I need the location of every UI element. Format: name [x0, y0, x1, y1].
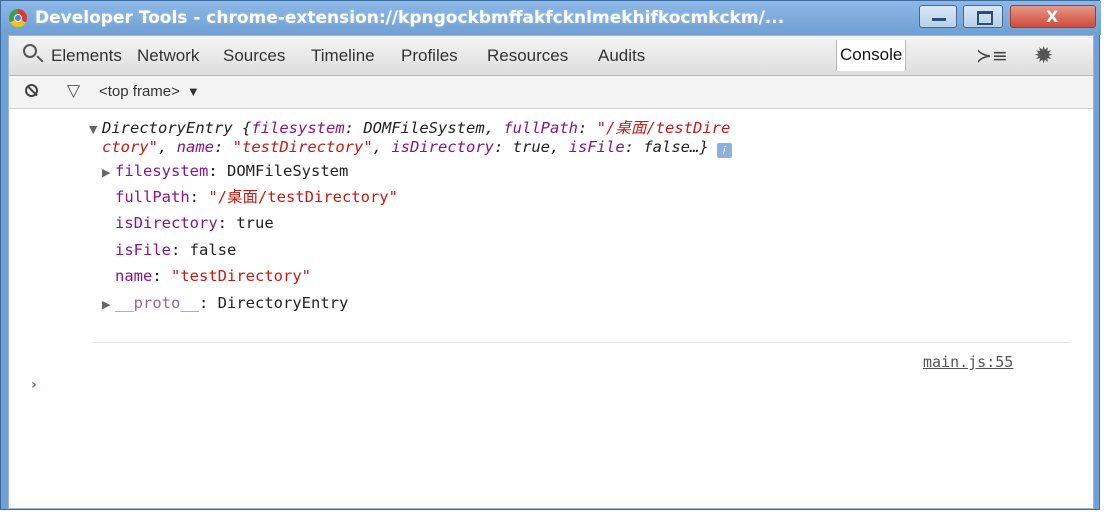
console-output: ▼ DirectoryEntry {filesystem: DOMFileSyst…: [9, 109, 1093, 508]
tab-audits[interactable]: Audits: [598, 46, 645, 65]
object-summary-line-1[interactable]: ▼ DirectoryEntry {filesystem: DOMFileSyst…: [89, 119, 730, 139]
tab-network[interactable]: Network: [137, 46, 199, 65]
summary-key: isFile: [568, 138, 625, 156]
tab-resources[interactable]: Resources: [487, 46, 568, 65]
close-icon: X: [1046, 7, 1059, 26]
property-value: DOMFileSystem: [227, 162, 349, 180]
property-proto[interactable]: ▶ __proto__: DirectoryEntry: [102, 294, 348, 314]
message-divider: [93, 342, 1071, 343]
minimize-button[interactable]: [919, 5, 957, 28]
frame-selector-label: <top frame>: [99, 83, 180, 100]
property-key: isFile: [115, 241, 171, 259]
info-icon[interactable]: i: [716, 143, 732, 158]
devtools-toolbar: Elements Network Sources Timeline Profil…: [9, 36, 1093, 76]
devtools-window: Developer Tools - chrome-extension://kpn…: [0, 0, 1101, 510]
expand-triangle-icon[interactable]: ▶: [102, 163, 115, 182]
summary-value: DOMFileSystem: [363, 119, 485, 137]
property-fullpath: fullPath: "/桌面/testDirectory": [115, 188, 398, 206]
property-value: "testDirectory": [171, 267, 311, 285]
show-drawer-icon[interactable]: ≻≡: [976, 47, 1008, 66]
chevron-down-icon: ▼: [186, 84, 200, 99]
summary-string-value: "testDirectory": [232, 138, 373, 156]
property-value: true: [236, 214, 274, 232]
tab-sources[interactable]: Sources: [223, 46, 285, 65]
property-value: DirectoryEntry: [217, 294, 349, 312]
tab-profiles[interactable]: Profiles: [401, 46, 458, 65]
source-link[interactable]: main.js:55: [923, 353, 1013, 371]
clear-console-icon[interactable]: [25, 84, 38, 97]
property-key: filesystem: [115, 162, 209, 180]
frame-selector[interactable]: <top frame> ▼: [99, 83, 200, 101]
search-icon[interactable]: [23, 44, 37, 58]
summary-key: name: [176, 138, 214, 156]
tab-timeline[interactable]: Timeline: [311, 46, 375, 65]
summary-string-value: ctory": [102, 138, 158, 156]
object-brace: {: [242, 119, 252, 137]
object-type: DirectoryEntry: [102, 119, 233, 137]
maximize-icon: [977, 11, 993, 25]
title-bar[interactable]: Developer Tools - chrome-extension://kpn…: [1, 1, 1101, 35]
property-value: false: [189, 241, 237, 259]
summary-key: isDirectory: [391, 138, 494, 156]
window-title: Developer Tools - chrome-extension://kpn…: [35, 8, 785, 28]
tab-elements[interactable]: Elements: [51, 46, 122, 65]
summary-value: true: [512, 138, 550, 156]
console-filter-bar: ▽ <top frame> ▼: [9, 76, 1093, 109]
settings-gear-icon[interactable]: ✹: [1034, 45, 1053, 68]
property-isdirectory: isDirectory: true: [115, 214, 274, 232]
expand-triangle-icon[interactable]: ▼: [89, 120, 102, 139]
chrome-icon: [9, 9, 27, 27]
filter-icon[interactable]: ▽: [67, 82, 80, 101]
minimize-icon: [932, 18, 946, 21]
summary-value: false…}: [643, 138, 709, 156]
property-filesystem[interactable]: ▶ filesystem: DOMFileSystem: [102, 162, 348, 182]
tab-console[interactable]: Console: [836, 40, 907, 71]
maximize-button[interactable]: [963, 5, 1003, 28]
console-prompt-icon[interactable]: ›: [31, 377, 37, 393]
property-key: name: [115, 267, 153, 285]
property-value: "/桌面/testDirectory": [208, 188, 398, 206]
summary-string-value: "/桌面/testDire: [596, 119, 731, 137]
devtools-content: Elements Network Sources Timeline Profil…: [8, 35, 1094, 509]
property-key: __proto__: [115, 294, 199, 312]
close-button[interactable]: X: [1010, 5, 1096, 28]
property-name: name: "testDirectory": [115, 267, 311, 285]
summary-key: filesystem: [251, 119, 345, 137]
property-isfile: isFile: false: [115, 241, 237, 259]
summary-key: fullPath: [503, 119, 578, 137]
property-key: fullPath: [115, 188, 190, 206]
expand-triangle-icon[interactable]: ▶: [102, 295, 115, 314]
object-summary-line-2: ctory", name: "testDirectory", isDirecto…: [102, 138, 732, 158]
property-key: isDirectory: [115, 214, 218, 232]
